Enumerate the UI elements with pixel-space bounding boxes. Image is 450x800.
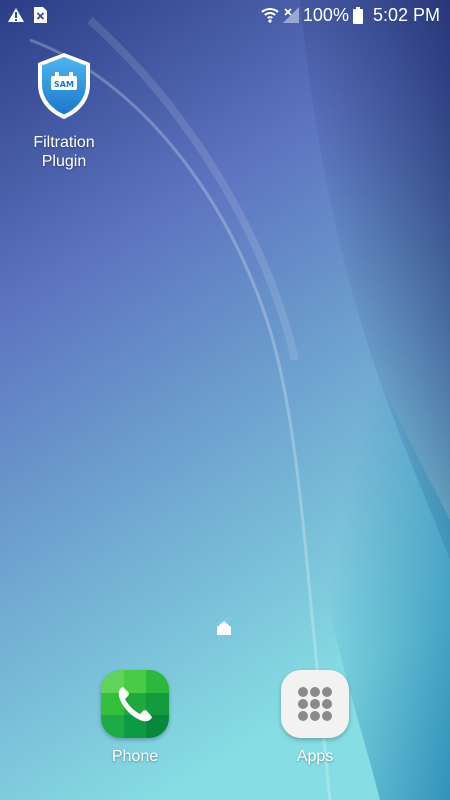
apps-grid-icon — [281, 670, 349, 738]
dock-phone[interactable]: Phone — [85, 670, 185, 766]
phone-icon — [101, 670, 169, 738]
status-bar[interactable]: 100% 5:02 PM — [0, 0, 450, 30]
dock-phone-label: Phone — [111, 748, 159, 765]
app-label: Filtration Plugin — [33, 134, 95, 170]
wifi-icon — [261, 7, 279, 23]
status-time: 5:02 PM — [372, 4, 440, 25]
app-filtration-plugin[interactable]: SAM Filtration Plugin — [20, 52, 108, 171]
no-signal-icon — [282, 7, 299, 23]
dock-apps-label: Apps — [296, 748, 334, 765]
svg-text:SAM: SAM — [54, 80, 74, 89]
battery-percent: 100% — [302, 4, 349, 25]
shield-sam-icon: SAM — [36, 52, 92, 125]
home-indicator-icon[interactable] — [216, 620, 232, 636]
sim-error-icon — [34, 7, 47, 23]
dock-apps[interactable]: Apps — [265, 670, 365, 766]
home-screen: 100% 5:02 PM SAM Filtration Plugin Phone… — [0, 0, 450, 800]
battery-icon — [352, 6, 363, 24]
warning-icon — [8, 8, 24, 22]
